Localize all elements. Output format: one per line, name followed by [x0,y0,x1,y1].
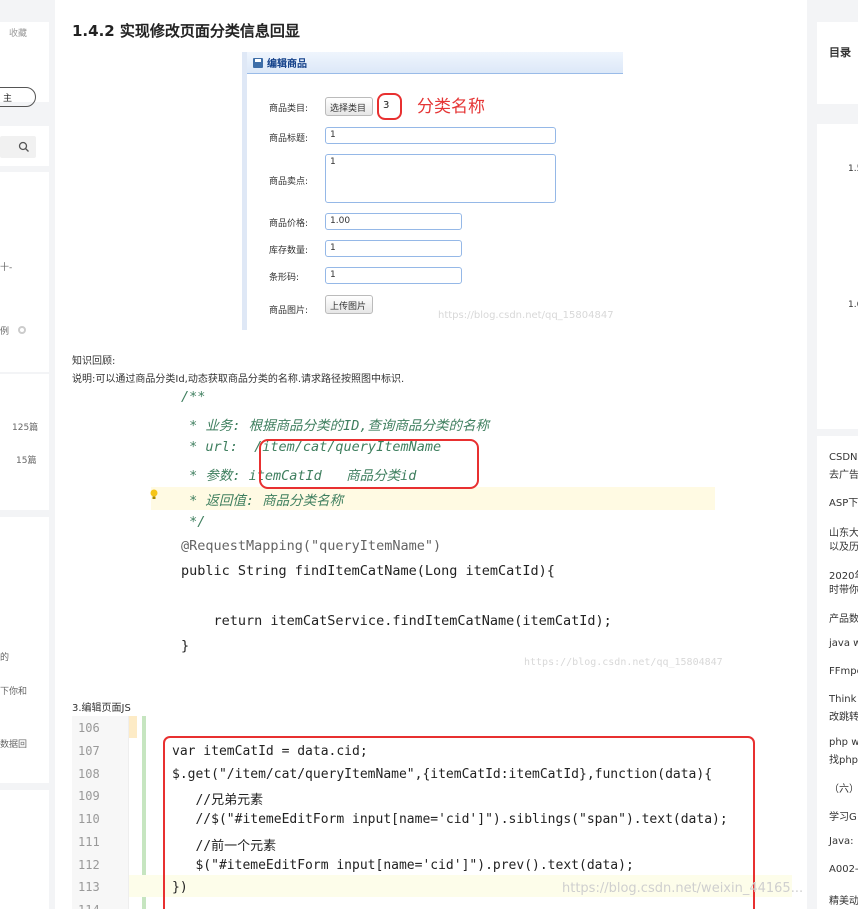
related-links-card: CSDN 去广告 ASP下 山东大 以及历 2020年 时带你 产品数 java… [817,436,858,909]
js-code-screenshot: 106 107 108 109 110 111 112 113 114 var … [72,716,803,909]
line-gutter: 106 107 108 109 110 111 112 113 114 [72,716,129,909]
java-code-screenshot: /** * 业务: 根据商品分类的ID,查询商品分类的名称 * url: /it… [150,385,723,675]
toc-card: 目录 [817,22,858,104]
edit-form-header: 编辑商品 [247,52,623,74]
price-input[interactable]: 1.00 [325,213,462,230]
right-sidebar: 目录 1.5 1.6 CSDN 去广告 ASP下 山东大 以及历 2020年 时… [817,22,858,909]
line-number: 114 [78,903,100,909]
left-sidebar: 收藏 主 十- 例 125篇 15篇 的 下你和 数据回 [0,22,49,909]
blog-search [0,126,49,166]
search-icon [18,141,29,152]
title-input[interactable]: 1 [325,127,556,144]
related-link[interactable]: 时带你 [829,581,858,596]
field-label: 商品类目: [269,104,309,114]
barcode-input[interactable]: 1 [325,267,462,284]
line-number: 113 [78,880,100,894]
change-marker [129,716,137,738]
related-link[interactable]: 山东大 [829,524,858,539]
annotation-label: 分类名称 [417,97,485,117]
blog-search-box[interactable] [0,136,36,158]
category-count: 125篇 [12,423,39,433]
watermark: https://blog.csdn.net/weixin_44165... [562,881,804,896]
related-link[interactable]: 学习G [829,808,857,823]
recall-description: 说明:可以通过商品分类Id,动态获取商品分类的名称.请求路径按照图中标识. [72,374,405,385]
edit-form-screenshot: 编辑商品 商品类目: 选择类目 3 分类名称 商品标题: 1 商品卖点: 1 商… [242,52,623,330]
article-fragment[interactable]: 例 [0,324,9,337]
field-label: 商品卖点: [269,177,309,187]
field-label: 库存数量: [269,246,309,256]
archive-card [0,790,49,909]
field-label: 商品图片: [269,306,309,316]
field-label: 商品价格: [269,219,309,229]
related-link[interactable]: 2020年 [829,567,858,582]
code-line: } [181,638,190,654]
related-link[interactable]: CSDN [829,452,858,463]
save-icon [253,57,263,68]
code-line: */ [181,514,206,530]
hot-articles-card: 十- 例 [0,172,49,372]
code-line: /** [181,389,206,405]
select-category-button[interactable]: 选择类目 [325,97,373,116]
field-label: 商品标题: [269,134,309,144]
categories-card: 125篇 15篇 [0,374,49,510]
line-number: 108 [78,767,100,781]
related-link[interactable]: Java: [829,836,854,847]
url-params-highlight-box [259,439,479,489]
related-link[interactable]: （六） [829,780,858,795]
category-value-highlight: 3 [377,93,402,120]
edit-form-title: 编辑商品 [267,59,307,70]
toc-item[interactable]: 1.6 [848,300,858,310]
upload-image-button[interactable]: 上传图片 [325,295,373,314]
watermark: https://blog.csdn.net/qq_15804847 [438,310,614,321]
related-link[interactable]: A002- [829,864,858,875]
follow-button[interactable]: 主 [0,87,36,107]
article-fragment[interactable]: 十- [0,260,12,273]
recall-title: 知识回顾: [72,356,116,367]
js-section-title: 3.编辑页面JS [72,703,131,714]
toc-list: 1.5 1.6 [817,124,858,429]
line-number: 110 [78,812,100,826]
category-count: 15篇 [16,456,37,466]
code-line: return itemCatService.findItemCatName(it… [181,613,612,629]
code-line: * 返回值: 商品分类名称 [181,493,344,509]
recent-articles-card: 的 下你和 数据回 [0,517,49,783]
article-content: 1.4.2 实现修改页面分类信息回显 编辑商品 商品类目: 选择类目 3 分类名… [55,0,807,909]
related-link[interactable]: ASP下 [829,494,858,509]
related-link[interactable]: 产品数 [829,610,858,625]
line-number: 109 [78,789,100,803]
watermark: https://blog.csdn.net/qq_15804847 [524,657,723,668]
article-fragment[interactable]: 的 [0,650,9,663]
line-number: 112 [78,858,100,872]
related-link[interactable]: php w [829,737,858,748]
line-number: 111 [78,835,100,849]
field-label: 条形码: [269,273,300,283]
selling-point-textarea[interactable]: 1 [325,154,556,203]
toc-title: 目录 [829,46,851,59]
author-card: 收藏 主 [0,22,49,107]
follow-button-label: 主 [3,94,13,104]
related-link[interactable]: Think [829,694,856,705]
article-fragment[interactable]: 数据回 [0,737,27,750]
article-fragment[interactable]: 下你和 [0,684,27,697]
related-link[interactable]: 找php [829,751,858,766]
collect-link[interactable]: 收藏 [9,26,27,39]
related-link[interactable]: 改跳转 [829,708,858,723]
toc-item[interactable]: 1.5 [848,164,858,174]
related-link[interactable]: FFmpe [829,666,858,677]
code-line: public String findItemCatName(Long itemC… [181,563,555,579]
lightbulb-icon [150,489,158,499]
related-link[interactable]: 去广告 [829,466,858,481]
stock-input[interactable]: 1 [325,240,462,257]
related-link[interactable]: java w [829,638,858,649]
view-icon [18,326,26,334]
code-line: * 业务: 根据商品分类的ID,查询商品分类的名称 [181,418,490,434]
line-number: 107 [78,744,100,758]
code-line: @RequestMapping("queryItemName") [181,538,442,554]
related-link[interactable]: 精美动 [829,892,858,907]
section-title: 1.4.2 实现修改页面分类信息回显 [72,22,300,40]
line-number: 106 [78,721,100,735]
related-link[interactable]: 以及历 [829,538,858,553]
